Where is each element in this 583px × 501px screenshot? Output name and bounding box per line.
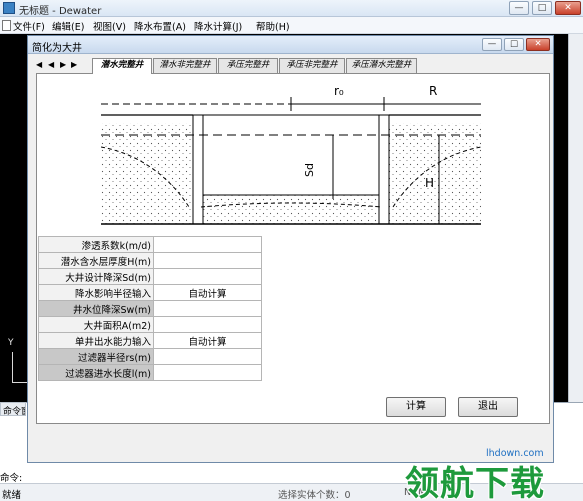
vertical-scrollbar[interactable] xyxy=(568,34,583,402)
menu-edit[interactable]: 编辑(E) xyxy=(52,19,84,33)
pit-outline xyxy=(202,114,380,196)
param-row: 单井出水能力输入 自动计算 xyxy=(38,332,262,349)
menu-dewater-calc[interactable]: 降水计算(J) xyxy=(194,19,242,33)
param-row: 过滤器进水长度l(m) xyxy=(38,364,262,381)
param-value[interactable]: 自动计算 xyxy=(153,332,262,349)
param-value[interactable] xyxy=(153,316,262,333)
dialog-titlebar: 简化为大井 — □ ✕ xyxy=(28,36,553,54)
ucs-axis-vertical xyxy=(12,352,13,382)
calculate-button[interactable]: 计算 xyxy=(386,397,446,417)
tab-phreatic-incomplete[interactable]: 潜水非完整井 xyxy=(153,58,217,73)
menu-bar: 文件(F) 编辑(E) 视图(V) 降水布置(A) 降水计算(J) 帮助(H) xyxy=(0,17,583,34)
param-row: 降水影响半径输入 自动计算 xyxy=(38,284,262,301)
param-row: 大井面积A(m2) xyxy=(38,316,262,333)
left-wall xyxy=(192,114,204,225)
exit-button[interactable]: 退出 xyxy=(458,397,518,417)
app-icon xyxy=(3,2,15,14)
param-row: 潜水含水层厚度H(m) xyxy=(38,252,262,269)
app-minimize-button[interactable]: — xyxy=(509,1,529,15)
param-value[interactable] xyxy=(153,252,262,269)
param-value[interactable] xyxy=(153,300,262,317)
command-prompt[interactable]: 命令: xyxy=(0,470,22,484)
status-entity-count: 选择实体个数：0 xyxy=(278,490,351,501)
dialog-maximize-button[interactable]: □ xyxy=(504,38,524,51)
param-value[interactable] xyxy=(153,236,262,253)
app-titlebar: 无标题 - Dewater — □ ✕ xyxy=(0,0,583,17)
param-label: 渗透系数k(m/d) xyxy=(38,236,154,253)
label-R: R xyxy=(429,84,437,98)
dialog-close-button[interactable]: ✕ xyxy=(526,38,550,51)
param-label: 大井设计降深Sd(m) xyxy=(38,268,154,285)
param-row: 渗透系数k(m/d) xyxy=(38,236,262,253)
param-value[interactable] xyxy=(153,364,262,381)
tab-first-icon[interactable]: ◀ xyxy=(36,60,42,69)
menu-dewater-layout[interactable]: 降水布置(A) xyxy=(134,19,186,33)
param-label: 降水影响半径输入 xyxy=(38,284,154,301)
tab-next-icon[interactable]: ▶ xyxy=(60,60,66,69)
document-icon xyxy=(2,20,11,31)
label-sd: Sd xyxy=(303,163,316,177)
param-row: 井水位降深Sw(m) xyxy=(38,300,262,317)
axis-y-label: Y xyxy=(8,338,14,348)
right-wall xyxy=(378,114,390,225)
params-table: 渗透系数k(m/d) 潜水含水层厚度H(m) 大井设计降深Sd(m) 降水影响半径输入… xyxy=(38,236,262,381)
well-section-diagram: r₀ R Sd H xyxy=(101,84,481,225)
label-r0: r₀ xyxy=(334,84,344,98)
param-label: 单井出水能力输入 xyxy=(38,332,154,349)
menu-help[interactable]: 帮助(H) xyxy=(256,19,290,33)
param-label: 井水位降深Sw(m) xyxy=(38,300,154,317)
menu-file[interactable]: 文件(F) xyxy=(13,19,45,33)
param-value[interactable] xyxy=(153,348,262,365)
status-ready: 就绪 xyxy=(2,490,22,501)
tab-confined-phreatic-complete[interactable]: 承压潜水完整井 xyxy=(346,58,417,73)
tab-last-icon[interactable]: ▶ xyxy=(71,60,77,69)
command-panel-header: 命令窗口 xyxy=(0,402,26,416)
tab-confined-incomplete[interactable]: 承压非完整井 xyxy=(279,58,345,73)
tab-prev-icon[interactable]: ◀ xyxy=(48,60,54,69)
dialog-title: 简化为大井 xyxy=(32,43,82,54)
label-H: H xyxy=(425,176,434,190)
param-label: 潜水含水层厚度H(m) xyxy=(38,252,154,269)
param-label: 过滤器进水长度l(m) xyxy=(38,364,154,381)
param-label: 过滤器半径rs(m) xyxy=(38,348,154,365)
tab-strip: ◀ ◀ ▶ ▶ 潜水完整井 潜水非完整井 承压完整井 承压非完整井 承压潜水完整… xyxy=(32,58,552,74)
param-row: 过滤器半径rs(m) xyxy=(38,348,262,365)
tab-phreatic-complete[interactable]: 潜水完整井 xyxy=(92,58,152,74)
app-close-button[interactable]: ✕ xyxy=(555,1,581,15)
param-row: 大井设计降深Sd(m) xyxy=(38,268,262,285)
menu-view[interactable]: 视图(V) xyxy=(93,19,126,33)
param-label: 大井面积A(m2) xyxy=(38,316,154,333)
param-value[interactable] xyxy=(153,268,262,285)
watermark-text: 领航下载 xyxy=(405,464,545,501)
dialog-minimize-button[interactable]: — xyxy=(482,38,502,51)
app-title: 无标题 - Dewater xyxy=(19,6,102,17)
app-maximize-button[interactable]: □ xyxy=(532,1,552,15)
param-value[interactable]: 自动计算 xyxy=(153,284,262,301)
tab-panel: r₀ R Sd H 渗透系数k(m/d) 潜水含水层厚度H(m) 大井设计降深Sd(… xyxy=(36,73,550,424)
tab-confined-complete[interactable]: 承压完整井 xyxy=(218,58,278,73)
